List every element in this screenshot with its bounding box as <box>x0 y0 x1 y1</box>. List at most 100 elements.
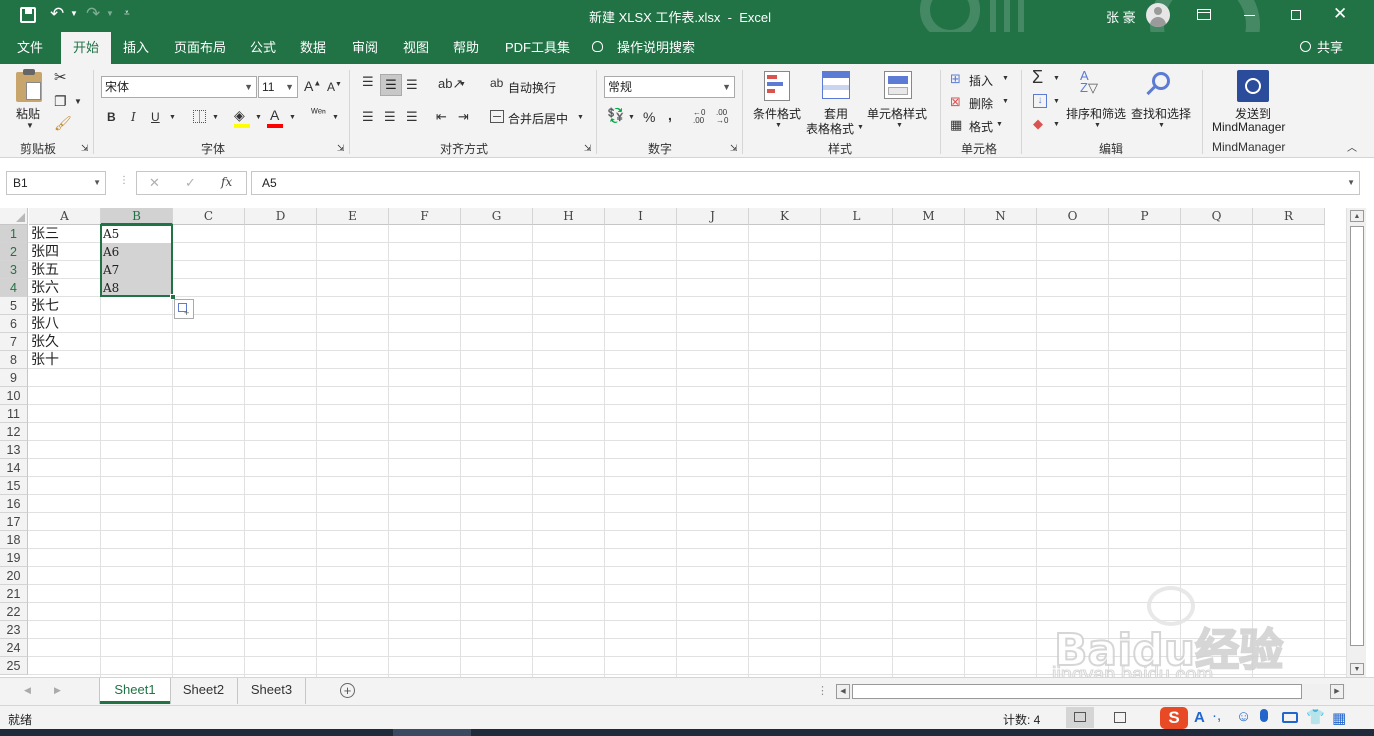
find-select-button[interactable]: 查找和选择 <box>1131 105 1191 122</box>
tab-file[interactable]: 文件 <box>17 32 43 64</box>
add-sheet-icon[interactable]: + <box>340 683 355 698</box>
row-header-14[interactable]: 14 <box>0 459 28 477</box>
row-header-12[interactable]: 12 <box>0 423 28 441</box>
row-header-10[interactable]: 10 <box>0 387 28 405</box>
column-header-c[interactable]: C <box>173 208 245 225</box>
name-box[interactable]: B1 ▼ <box>6 171 106 195</box>
row-header-15[interactable]: 15 <box>0 477 28 495</box>
formula-input[interactable]: A5 ▼ <box>251 171 1360 195</box>
paste-options-icon[interactable]: + <box>174 299 194 319</box>
format-cells-icon[interactable]: ▦ <box>950 118 962 131</box>
decrease-font-icon[interactable]: A▼ <box>327 81 342 93</box>
decrease-indent-icon[interactable]: ⇤ <box>436 110 447 123</box>
tell-me-search[interactable]: 操作说明搜索 <box>617 32 695 64</box>
font-size-combo[interactable]: 11 ▼ <box>258 76 298 98</box>
increase-decimal-icon[interactable]: ←0.00 <box>693 109 705 125</box>
undo-icon[interactable]: ↶ <box>50 4 64 24</box>
italic-button[interactable]: I <box>131 111 136 123</box>
cell-a6[interactable]: 张八 <box>29 315 101 333</box>
column-header-n[interactable]: N <box>965 208 1037 225</box>
horizontal-scrollbar[interactable]: ◀ ▶ <box>836 684 1346 700</box>
row-header-13[interactable]: 13 <box>0 441 28 459</box>
column-header-j[interactable]: J <box>677 208 749 225</box>
tab-help[interactable]: 帮助 <box>453 32 479 64</box>
cell-a1[interactable]: 张三 <box>29 225 101 243</box>
comma-button[interactable]: , <box>668 108 672 122</box>
prev-sheet-icon[interactable]: ◀ <box>24 685 31 696</box>
copy-icon[interactable]: ❐ <box>54 94 67 108</box>
cond-dropdown-icon[interactable]: ▼ <box>775 122 782 129</box>
font-color-icon[interactable]: A <box>270 108 279 122</box>
sort-filter-button[interactable]: 排序和筛选 <box>1066 105 1126 122</box>
fill-color-icon[interactable]: ◈ <box>234 108 245 122</box>
row-header-7[interactable]: 7 <box>0 333 28 351</box>
row-header-9[interactable]: 9 <box>0 369 28 387</box>
insert-dropdown-icon[interactable]: ▼ <box>1002 75 1009 82</box>
column-header-d[interactable]: D <box>245 208 317 225</box>
scroll-left-icon[interactable]: ◀ <box>836 684 850 699</box>
row-header-16[interactable]: 16 <box>0 495 28 513</box>
tab-home[interactable]: 开始 <box>61 32 112 64</box>
voice-icon[interactable] <box>1260 709 1268 722</box>
cell-a7[interactable]: 张久 <box>29 333 101 351</box>
paste-dropdown-icon[interactable]: ▼ <box>26 122 34 130</box>
borders-dropdown-icon[interactable]: ▼ <box>212 114 219 121</box>
accounting-format-icon[interactable]: 💱 <box>607 108 624 122</box>
underline-dropdown-icon[interactable]: ▼ <box>169 114 176 121</box>
cell-styles-icon[interactable] <box>884 71 912 99</box>
confirm-icon[interactable]: ✓ <box>185 175 196 191</box>
phonetic-dropdown-icon[interactable]: ▼ <box>332 114 339 121</box>
cell-a3[interactable]: 张五 <box>29 261 101 279</box>
row-header-6[interactable]: 6 <box>0 315 28 333</box>
next-sheet-icon[interactable]: ▶ <box>54 685 61 696</box>
save-icon[interactable] <box>20 7 36 23</box>
punctuation-icon[interactable]: ·, <box>1212 707 1221 724</box>
wrap-text-button[interactable]: 自动换行 <box>508 79 556 96</box>
clipboard-launcher-icon[interactable]: ⇲ <box>81 144 89 153</box>
column-header-l[interactable]: L <box>821 208 893 225</box>
increase-indent-icon[interactable]: ⇥ <box>458 110 469 123</box>
fill-dropdown-icon[interactable]: ▼ <box>1053 98 1060 105</box>
row-header-24[interactable]: 24 <box>0 639 28 657</box>
skin-icon[interactable]: 👕 <box>1306 708 1325 726</box>
delete-cells-button[interactable]: 删除 <box>969 95 993 112</box>
fill-icon[interactable]: ↓ <box>1033 94 1047 108</box>
align-bottom-icon[interactable]: ☰ <box>406 78 418 91</box>
tab-view[interactable]: 视图 <box>403 32 429 64</box>
keyboard-icon[interactable] <box>1282 712 1298 723</box>
increase-font-icon[interactable]: A▲ <box>304 79 321 93</box>
cell-styles-dropdown-icon[interactable]: ▼ <box>896 122 903 129</box>
row-header-11[interactable]: 11 <box>0 405 28 423</box>
column-header-f[interactable]: F <box>389 208 461 225</box>
row-header-25[interactable]: 25 <box>0 657 28 675</box>
column-header-e[interactable]: E <box>317 208 389 225</box>
row-header-23[interactable]: 23 <box>0 621 28 639</box>
scroll-up-icon[interactable]: ▲ <box>1350 210 1364 222</box>
borders-icon[interactable] <box>193 110 206 123</box>
insert-cells-icon[interactable]: ⊞ <box>950 72 961 85</box>
tab-review[interactable]: 审阅 <box>352 32 378 64</box>
sheet-tab-sheet1[interactable]: Sheet1 <box>100 678 170 704</box>
align-middle-icon[interactable]: ☰ <box>380 74 402 96</box>
column-header-p[interactable]: P <box>1109 208 1181 225</box>
tab-split-handle[interactable]: ⋮ <box>817 684 828 697</box>
scroll-right-icon[interactable]: ▶ <box>1330 684 1344 699</box>
sheet-tab-sheet3[interactable]: Sheet3 <box>238 678 306 704</box>
emoji-icon[interactable]: ☺ <box>1236 708 1251 725</box>
row-header-1[interactable]: 1 <box>0 225 28 243</box>
page-layout-view-icon[interactable] <box>1114 712 1126 723</box>
merge-dropdown-icon[interactable]: ▼ <box>577 114 584 121</box>
column-header-a[interactable]: A <box>29 208 101 225</box>
paste-button[interactable]: 粘贴 <box>16 105 40 122</box>
font-name-combo[interactable]: 宋体 ▼ <box>101 76 257 98</box>
chevron-down-icon[interactable]: ▼ <box>93 172 101 194</box>
format-dropdown-icon[interactable]: ▼ <box>996 121 1003 128</box>
restore-icon[interactable] <box>1291 10 1301 20</box>
more-options-icon[interactable]: ⋮ <box>119 175 129 186</box>
expand-formula-icon[interactable]: ▼ <box>1347 172 1355 194</box>
delete-dropdown-icon[interactable]: ▼ <box>1002 98 1009 105</box>
toolbox-icon[interactable]: ▦ <box>1332 709 1346 727</box>
accounting-dropdown-icon[interactable]: ▼ <box>628 114 635 121</box>
column-header-o[interactable]: O <box>1037 208 1109 225</box>
align-right-icon[interactable]: ☰ <box>406 110 418 123</box>
